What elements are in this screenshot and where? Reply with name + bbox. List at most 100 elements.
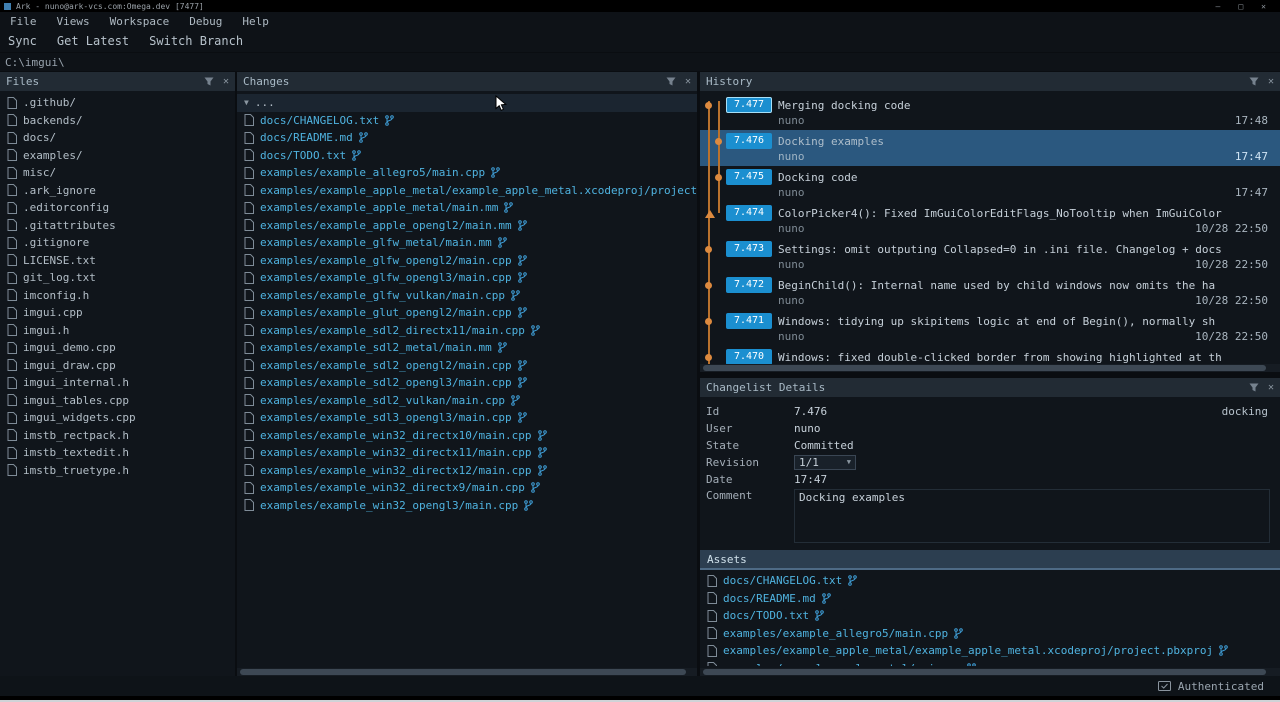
menu-item[interactable]: File bbox=[0, 15, 47, 28]
file-tree-item[interactable]: .ark_ignore bbox=[0, 182, 235, 200]
changed-file-row[interactable]: examples/example_apple_metal/example_app… bbox=[237, 182, 697, 200]
asset-row[interactable]: docs/README.md bbox=[700, 590, 1280, 608]
file-tree-item[interactable]: docs/ bbox=[0, 129, 235, 147]
file-tree-item[interactable]: imgui_tables.cpp bbox=[0, 392, 235, 410]
revision-badge[interactable]: 7.475 bbox=[726, 169, 772, 185]
revision-badge[interactable]: 7.471 bbox=[726, 313, 772, 329]
asset-row[interactable]: examples/example_allegro5/main.cpp bbox=[700, 625, 1280, 643]
history-commit-row[interactable]: 7.474 ColorPicker4(): Fixed ImGuiColorEd… bbox=[700, 202, 1280, 238]
comment-text[interactable]: Docking examples bbox=[794, 489, 1270, 543]
scrollbar-thumb[interactable] bbox=[240, 669, 686, 675]
panel-close-icon[interactable]: ✕ bbox=[1268, 383, 1274, 393]
file-tree-item[interactable]: imgui_internal.h bbox=[0, 374, 235, 392]
file-tree-item[interactable]: imgui_widgets.cpp bbox=[0, 409, 235, 427]
revision-badge[interactable]: 7.472 bbox=[726, 277, 772, 293]
file-tree-item[interactable]: imgui_demo.cpp bbox=[0, 339, 235, 357]
changed-file-row[interactable]: examples/example_sdl2_directx11/main.cpp bbox=[237, 322, 697, 340]
menu-item[interactable]: Debug bbox=[179, 15, 232, 28]
changed-file-row[interactable]: examples/example_glfw_opengl3/main.cpp bbox=[237, 269, 697, 287]
changed-file-row[interactable]: examples/example_win32_directx9/main.cpp bbox=[237, 479, 697, 497]
asset-row[interactable]: docs/TODO.txt bbox=[700, 607, 1280, 625]
file-tree-item[interactable]: backends/ bbox=[0, 112, 235, 130]
close-icon[interactable]: ✕ bbox=[1261, 2, 1266, 11]
file-tree-item[interactable]: imstb_textedit.h bbox=[0, 444, 235, 462]
expander-caret-icon[interactable]: ▼ bbox=[244, 98, 249, 107]
changed-file-row[interactable]: examples/example_glfw_opengl2/main.cpp bbox=[237, 252, 697, 270]
changed-file-row[interactable]: examples/example_sdl2_metal/main.mm bbox=[237, 339, 697, 357]
history-commit-row[interactable]: 7.476 Docking examples nuno 17:47 bbox=[700, 130, 1280, 166]
changes-root-row[interactable]: ▼ ... bbox=[237, 94, 697, 112]
asset-row[interactable]: examples/example_apple_metal/example_app… bbox=[700, 642, 1280, 660]
changed-file-row[interactable]: examples/example_glfw_vulkan/main.cpp bbox=[237, 287, 697, 305]
file-tree-item[interactable]: imstb_rectpack.h bbox=[0, 427, 235, 445]
changed-file-row[interactable]: examples/example_sdl2_opengl3/main.cpp bbox=[237, 374, 697, 392]
panel-close-icon[interactable]: ✕ bbox=[685, 77, 691, 87]
file-tree-item[interactable]: imgui.cpp bbox=[0, 304, 235, 322]
changed-file-row[interactable]: examples/example_glfw_metal/main.mm bbox=[237, 234, 697, 252]
changed-file-row[interactable]: examples/example_allegro5/main.cpp bbox=[237, 164, 697, 182]
file-tree-item[interactable]: examples/ bbox=[0, 147, 235, 165]
toolbar-button[interactable]: Switch Branch bbox=[141, 34, 255, 48]
changed-file-row[interactable]: examples/example_apple_opengl2/main.mm bbox=[237, 217, 697, 235]
scrollbar-thumb[interactable] bbox=[703, 669, 1266, 675]
history-commit-row[interactable]: 7.472 BeginChild(): Internal name used b… bbox=[700, 274, 1280, 310]
menu-item[interactable]: Help bbox=[232, 15, 279, 28]
toolbar-button[interactable]: Sync bbox=[0, 34, 49, 48]
horizontal-scrollbar[interactable] bbox=[237, 668, 697, 676]
file-tree-item[interactable]: .editorconfig bbox=[0, 199, 235, 217]
revision-badge[interactable]: 7.476 bbox=[726, 133, 772, 149]
file-tree-item[interactable]: misc/ bbox=[0, 164, 235, 182]
revision-badge[interactable]: 7.470 bbox=[726, 349, 772, 364]
menu-item[interactable]: Views bbox=[47, 15, 100, 28]
changed-file-row[interactable]: examples/example_win32_directx10/main.cp… bbox=[237, 427, 697, 445]
horizontal-scrollbar[interactable] bbox=[700, 364, 1280, 372]
history-commit-row[interactable]: 7.475 Docking code nuno 17:47 bbox=[700, 166, 1280, 202]
panel-close-icon[interactable]: ✕ bbox=[223, 77, 229, 87]
file-tree-item[interactable]: imconfig.h bbox=[0, 287, 235, 305]
branch-icon bbox=[504, 202, 513, 213]
maximize-icon[interactable]: □ bbox=[1238, 2, 1243, 11]
changed-file-row[interactable]: examples/example_glut_opengl2/main.cpp bbox=[237, 304, 697, 322]
history-commit-row[interactable]: 7.477 Merging docking code nuno 17:48 bbox=[700, 94, 1280, 130]
filter-icon[interactable] bbox=[666, 77, 676, 86]
file-tree-item[interactable]: .github/ bbox=[0, 94, 235, 112]
file-tree-item[interactable]: git_log.txt bbox=[0, 269, 235, 287]
changed-file-row[interactable]: docs/CHANGELOG.txt bbox=[237, 112, 697, 130]
changed-file-row[interactable]: docs/README.md bbox=[237, 129, 697, 147]
changed-file-row[interactable]: examples/example_win32_directx11/main.cp… bbox=[237, 444, 697, 462]
asset-row[interactable]: examples/example_apple_metal/main.mm bbox=[700, 660, 1280, 667]
revision-dropdown[interactable]: 1/1 ▼ bbox=[794, 455, 856, 470]
file-tree-item[interactable]: imstb_truetype.h bbox=[0, 462, 235, 480]
changed-file-row[interactable]: examples/example_sdl3_opengl3/main.cpp bbox=[237, 409, 697, 427]
filter-icon[interactable] bbox=[204, 77, 214, 86]
scrollbar-thumb[interactable] bbox=[703, 365, 1266, 371]
menu-item[interactable]: Workspace bbox=[100, 15, 180, 28]
changed-file-row[interactable]: examples/example_win32_opengl3/main.cpp bbox=[237, 497, 697, 515]
file-name: misc/ bbox=[23, 166, 56, 179]
horizontal-scrollbar[interactable] bbox=[700, 668, 1280, 676]
history-commit-row[interactable]: 7.473 Settings: omit outputing Collapsed… bbox=[700, 238, 1280, 274]
toolbar-button[interactable]: Get Latest bbox=[49, 34, 141, 48]
file-tree-item[interactable]: .gitattributes bbox=[0, 217, 235, 235]
asset-row[interactable]: docs/CHANGELOG.txt bbox=[700, 572, 1280, 590]
revision-badge[interactable]: 7.474 bbox=[726, 205, 772, 221]
changed-file-row[interactable]: examples/example_apple_metal/main.mm bbox=[237, 199, 697, 217]
filter-icon[interactable] bbox=[1249, 383, 1259, 392]
changed-file-row[interactable]: examples/example_sdl2_vulkan/main.cpp bbox=[237, 392, 697, 410]
file-tree-item[interactable]: .gitignore bbox=[0, 234, 235, 252]
file-tree-item[interactable]: LICENSE.txt bbox=[0, 252, 235, 270]
panel-close-icon[interactable]: ✕ bbox=[1268, 77, 1274, 87]
changed-file-row[interactable]: examples/example_sdl2_opengl2/main.cpp bbox=[237, 357, 697, 375]
revision-badge[interactable]: 7.473 bbox=[726, 241, 772, 257]
file-tree-item[interactable]: imgui.h bbox=[0, 322, 235, 340]
history-commit-row[interactable]: 7.471 Windows: tidying up skipitems logi… bbox=[700, 310, 1280, 346]
changed-file-row[interactable]: docs/TODO.txt bbox=[237, 147, 697, 165]
minimize-icon[interactable]: — bbox=[1216, 2, 1221, 11]
revision-badge[interactable]: 7.477 bbox=[726, 97, 772, 113]
filter-icon[interactable] bbox=[1249, 77, 1259, 86]
changed-file-row[interactable]: examples/example_win32_directx12/main.cp… bbox=[237, 462, 697, 480]
commit-graph-cell bbox=[700, 349, 726, 364]
file-tree-item[interactable]: imgui_draw.cpp bbox=[0, 357, 235, 375]
field-label: Date bbox=[706, 473, 794, 486]
history-commit-row[interactable]: 7.470 Windows: fixed double-clicked bord… bbox=[700, 346, 1280, 364]
